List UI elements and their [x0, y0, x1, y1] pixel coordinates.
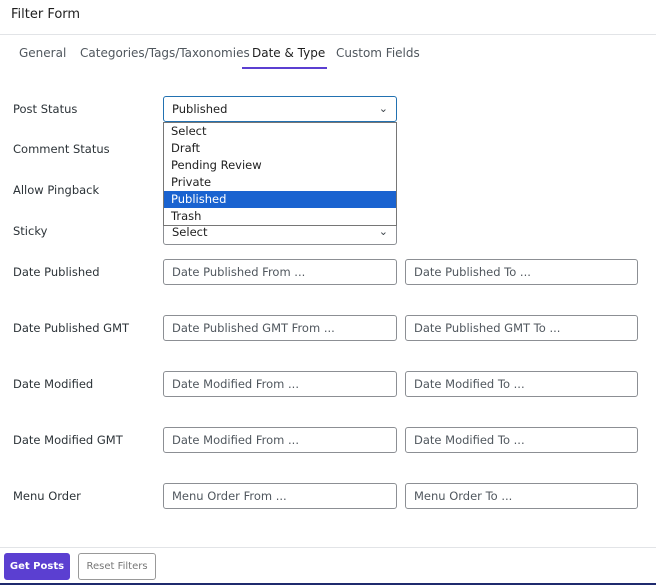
- date-published-label: Date Published: [13, 265, 100, 279]
- page-title: Filter Form: [11, 7, 81, 22]
- post-status-select[interactable]: Published ⌄: [163, 96, 397, 122]
- post-status-dropdown[interactable]: Select Draft Pending Review Private Publ…: [163, 122, 397, 226]
- post-status-value: Published: [172, 102, 228, 116]
- footer-divider: [0, 547, 656, 548]
- date-published-gmt-label: Date Published GMT: [13, 321, 130, 335]
- get-posts-button[interactable]: Get Posts: [4, 553, 70, 580]
- allow-pingback-label: Allow Pingback: [13, 183, 100, 197]
- active-tab-indicator: [242, 67, 327, 69]
- date-published-gmt-to-input[interactable]: Date Published GMT To ...: [405, 315, 638, 341]
- date-modified-from-input[interactable]: Date Modified From ...: [163, 371, 397, 397]
- tab-general[interactable]: General: [19, 46, 66, 60]
- menu-order-from-input[interactable]: Menu Order From ...: [163, 483, 397, 509]
- tab-categories[interactable]: Categories/Tags/Taxonomies: [80, 46, 250, 60]
- sticky-label: Sticky: [13, 224, 48, 238]
- date-modified-gmt-from-input[interactable]: Date Modified From ...: [163, 427, 397, 453]
- option-select[interactable]: Select: [164, 123, 396, 140]
- date-published-to-input[interactable]: Date Published To ...: [405, 259, 638, 285]
- menu-order-label: Menu Order: [13, 489, 81, 503]
- date-modified-to-input[interactable]: Date Modified To ...: [405, 371, 638, 397]
- option-trash[interactable]: Trash: [164, 208, 396, 225]
- option-pending-review[interactable]: Pending Review: [164, 157, 396, 174]
- chevron-down-icon: ⌄: [378, 102, 388, 115]
- date-modified-gmt-label: Date Modified GMT: [13, 433, 123, 447]
- date-published-from-input[interactable]: Date Published From ...: [163, 259, 397, 285]
- comment-status-label: Comment Status: [13, 142, 110, 156]
- header-divider: [0, 34, 656, 35]
- option-draft[interactable]: Draft: [164, 140, 396, 157]
- menu-order-to-input[interactable]: Menu Order To ...: [405, 483, 638, 509]
- tab-date-type[interactable]: Date & Type: [252, 46, 325, 60]
- date-modified-label: Date Modified: [13, 377, 94, 391]
- post-status-label: Post Status: [13, 102, 78, 116]
- option-private[interactable]: Private: [164, 174, 396, 191]
- date-modified-gmt-to-input[interactable]: Date Modified To ...: [405, 427, 638, 453]
- sticky-value: Select: [172, 225, 208, 239]
- tab-custom-fields[interactable]: Custom Fields: [336, 46, 420, 60]
- option-published[interactable]: Published: [164, 191, 396, 208]
- date-published-gmt-from-input[interactable]: Date Published GMT From ...: [163, 315, 397, 341]
- reset-filters-button[interactable]: Reset Filters: [78, 553, 156, 580]
